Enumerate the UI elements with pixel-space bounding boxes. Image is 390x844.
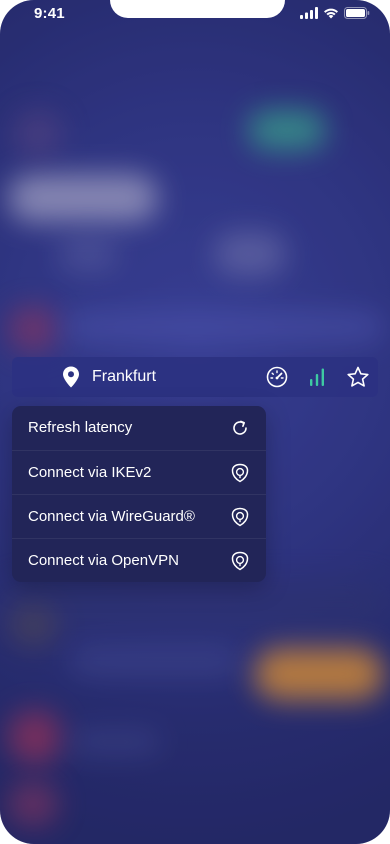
location-pin-icon — [63, 366, 79, 388]
status-bar: 9:41 — [0, 0, 390, 30]
cellular-signal-icon — [300, 7, 318, 19]
device-notch — [110, 0, 285, 18]
menu-item-connect-ikev2[interactable]: Connect via IKEv2 — [12, 450, 266, 494]
battery-icon — [344, 7, 370, 19]
status-icons — [300, 7, 370, 19]
menu-item-label: Connect via IKEv2 — [28, 464, 152, 481]
menu-item-label: Refresh latency — [28, 419, 133, 436]
speedometer-icon[interactable] — [266, 366, 288, 388]
wifi-icon — [324, 8, 338, 19]
refresh-icon — [233, 420, 247, 435]
connection-context-menu: Refresh latency Connect via IKEv2 Connec… — [12, 406, 266, 582]
menu-item-label: Connect via OpenVPN — [28, 552, 179, 569]
menu-item-connect-openvpn[interactable]: Connect via OpenVPN — [12, 538, 266, 582]
signal-strength-icon — [310, 368, 324, 386]
menu-item-refresh-latency[interactable]: Refresh latency — [12, 406, 266, 450]
menu-item-connect-wireguard[interactable]: Connect via WireGuard® — [12, 494, 266, 538]
home-indicator — [128, 831, 262, 836]
shield-icon — [231, 507, 249, 527]
location-row[interactable]: Frankfurt — [12, 357, 378, 397]
location-name: Frankfurt — [92, 368, 157, 385]
shield-icon — [231, 463, 249, 483]
menu-item-label: Connect via WireGuard® — [28, 508, 195, 525]
shield-icon — [231, 551, 249, 571]
status-time: 9:41 — [34, 5, 65, 22]
app-screen: 9:41 Frankfurt Refresh latency Connect v… — [0, 0, 390, 844]
favorite-star-icon[interactable] — [346, 366, 370, 388]
